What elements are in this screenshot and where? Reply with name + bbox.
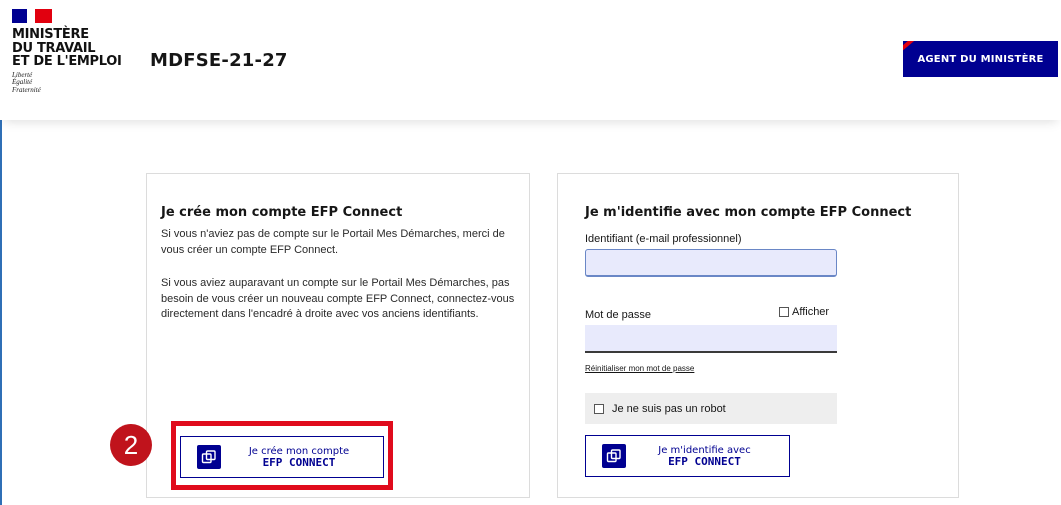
captcha-label: Je ne suis pas un robot <box>612 402 726 415</box>
republic-motto: Liberté Égalité Fraternité <box>12 71 132 95</box>
login-title: Je m'identifie avec mon compte EFP Conne… <box>585 205 912 220</box>
password-input[interactable] <box>585 325 837 353</box>
site-header: MINISTÈRE DU TRAVAIL ET DE L'EMPLOI Libe… <box>0 0 1061 120</box>
ministry-name-line: DU TRAVAIL <box>12 40 96 56</box>
step-number-badge: 2 <box>110 424 152 466</box>
password-label: Mot de passe <box>585 309 652 321</box>
motto-line: Fraternité <box>12 85 41 94</box>
button-label-line: EFP CONNECT <box>668 455 741 468</box>
login-card: Je m'identifie avec mon compte EFP Conne… <box>557 173 959 498</box>
ministry-name-line: ET DE L'EMPLOI <box>12 54 122 69</box>
create-account-title: Je crée mon compte EFP Connect <box>161 205 403 220</box>
efp-connect-icon <box>602 444 626 468</box>
identifier-input[interactable] <box>585 249 837 277</box>
agent-login-label: AGENT DU MINISTÈRE <box>917 53 1044 65</box>
show-password-checkbox[interactable] <box>779 307 789 317</box>
french-flag-icon <box>12 9 52 23</box>
ministry-name: MINISTÈRE DU TRAVAIL ET DE L'EMPLOI <box>12 28 132 69</box>
login-efp-button-label: Je m'identifie avec EFP CONNECT <box>626 445 789 467</box>
captcha-widget[interactable]: Je ne suis pas un robot <box>585 393 837 424</box>
app-title: MDFSE-21-27 <box>150 50 288 71</box>
show-password-toggle[interactable]: Afficher <box>779 306 829 318</box>
create-account-intro: Si vous n'aviez pas de compte sur le Por… <box>161 228 505 256</box>
show-password-label: Afficher <box>792 306 830 318</box>
identifier-label: Identifiant (e-mail professionnel) <box>585 233 742 245</box>
login-efp-button[interactable]: Je m'identifie avec EFP CONNECT <box>585 435 790 477</box>
agent-login-button[interactable]: AGENT DU MINISTÈRE <box>903 41 1058 77</box>
ministry-name-line: MINISTÈRE <box>12 27 89 42</box>
step-highlight-box <box>171 421 393 490</box>
create-account-note: Si vous aviez auparavant un compte sur l… <box>161 277 515 320</box>
flag-stripe-decoration <box>903 41 922 51</box>
captcha-checkbox[interactable] <box>594 403 604 414</box>
reset-password-link[interactable]: Réinitialiser mon mot de passe <box>585 364 694 373</box>
ministry-logo: MINISTÈRE DU TRAVAIL ET DE L'EMPLOI Libe… <box>12 9 132 94</box>
